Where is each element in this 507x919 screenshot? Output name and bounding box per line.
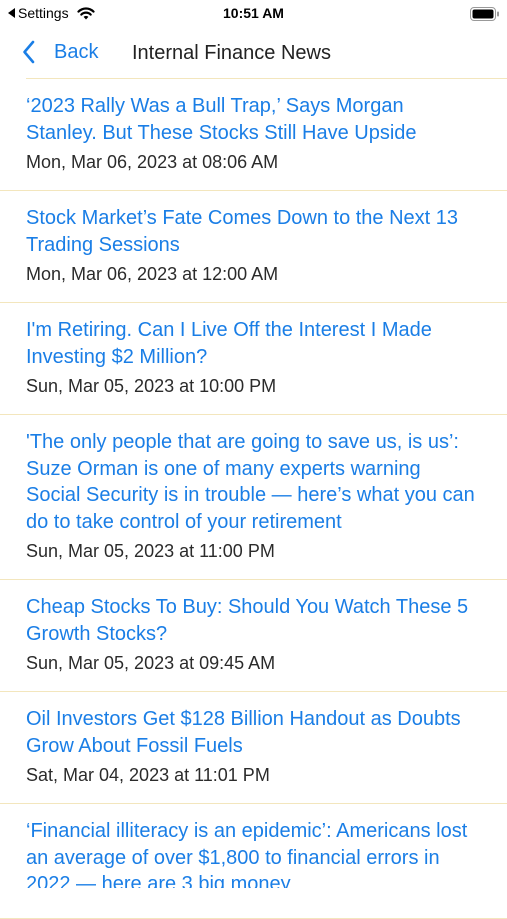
page-title: Internal Finance News <box>132 42 331 64</box>
news-item-title[interactable]: ‘2023 Rally Was a Bull Trap,’ Says Morga… <box>26 93 477 146</box>
news-list-item[interactable]: ‘2023 Rally Was a Bull Trap,’ Says Morga… <box>0 79 507 191</box>
news-list-item[interactable]: 'The only people that are going to save … <box>0 415 507 580</box>
news-list-item[interactable]: ‘Financial illiteracy is an epidemic’: A… <box>0 804 507 919</box>
news-list-item[interactable]: Stock Market’s Fate Comes Down to the Ne… <box>0 191 507 303</box>
scroll-clip-edge <box>0 888 507 900</box>
news-item-date: Mon, Mar 06, 2023 at 08:06 AM <box>26 152 279 172</box>
back-button[interactable]: Back <box>22 40 98 64</box>
news-item-date: Mon, Mar 06, 2023 at 12:00 AM <box>26 264 279 284</box>
navigation-bar: Back Internal Finance News <box>0 30 507 78</box>
battery-icon <box>470 7 499 21</box>
news-item-title[interactable]: Cheap Stocks To Buy: Should You Watch Th… <box>26 594 477 647</box>
status-time: 10:51 AM <box>223 5 284 21</box>
news-item-title[interactable]: 'The only people that are going to save … <box>26 429 477 535</box>
news-item-date: Sun, Mar 05, 2023 at 10:00 PM <box>26 376 277 396</box>
news-list: ‘2023 Rally Was a Bull Trap,’ Says Morga… <box>0 79 507 919</box>
chevron-left-icon <box>23 40 35 64</box>
news-item-title[interactable]: I'm Retiring. Can I Live Off the Interes… <box>26 317 477 370</box>
back-button-label: Back <box>54 40 99 63</box>
news-item-title[interactable]: Stock Market’s Fate Comes Down to the Ne… <box>26 205 477 258</box>
news-list-item[interactable]: I'm Retiring. Can I Live Off the Interes… <box>0 303 507 415</box>
news-item-title[interactable]: ‘Financial illiteracy is an epidemic’: A… <box>26 818 477 898</box>
status-bar: Settings 10:51 AM <box>0 0 507 30</box>
news-item-date: Sat, Mar 04, 2023 at 11:01 PM <box>26 765 270 785</box>
news-list-item[interactable]: Oil Investors Get $128 Billion Handout a… <box>0 692 507 804</box>
news-list-item[interactable]: Cheap Stocks To Buy: Should You Watch Th… <box>0 580 507 692</box>
news-item-date <box>26 902 477 918</box>
news-item-title[interactable]: Oil Investors Get $128 Billion Handout a… <box>26 706 477 759</box>
news-item-date: Sun, Mar 05, 2023 at 09:45 AM <box>26 653 276 673</box>
news-item-date: Sun, Mar 05, 2023 at 11:00 PM <box>26 541 275 561</box>
